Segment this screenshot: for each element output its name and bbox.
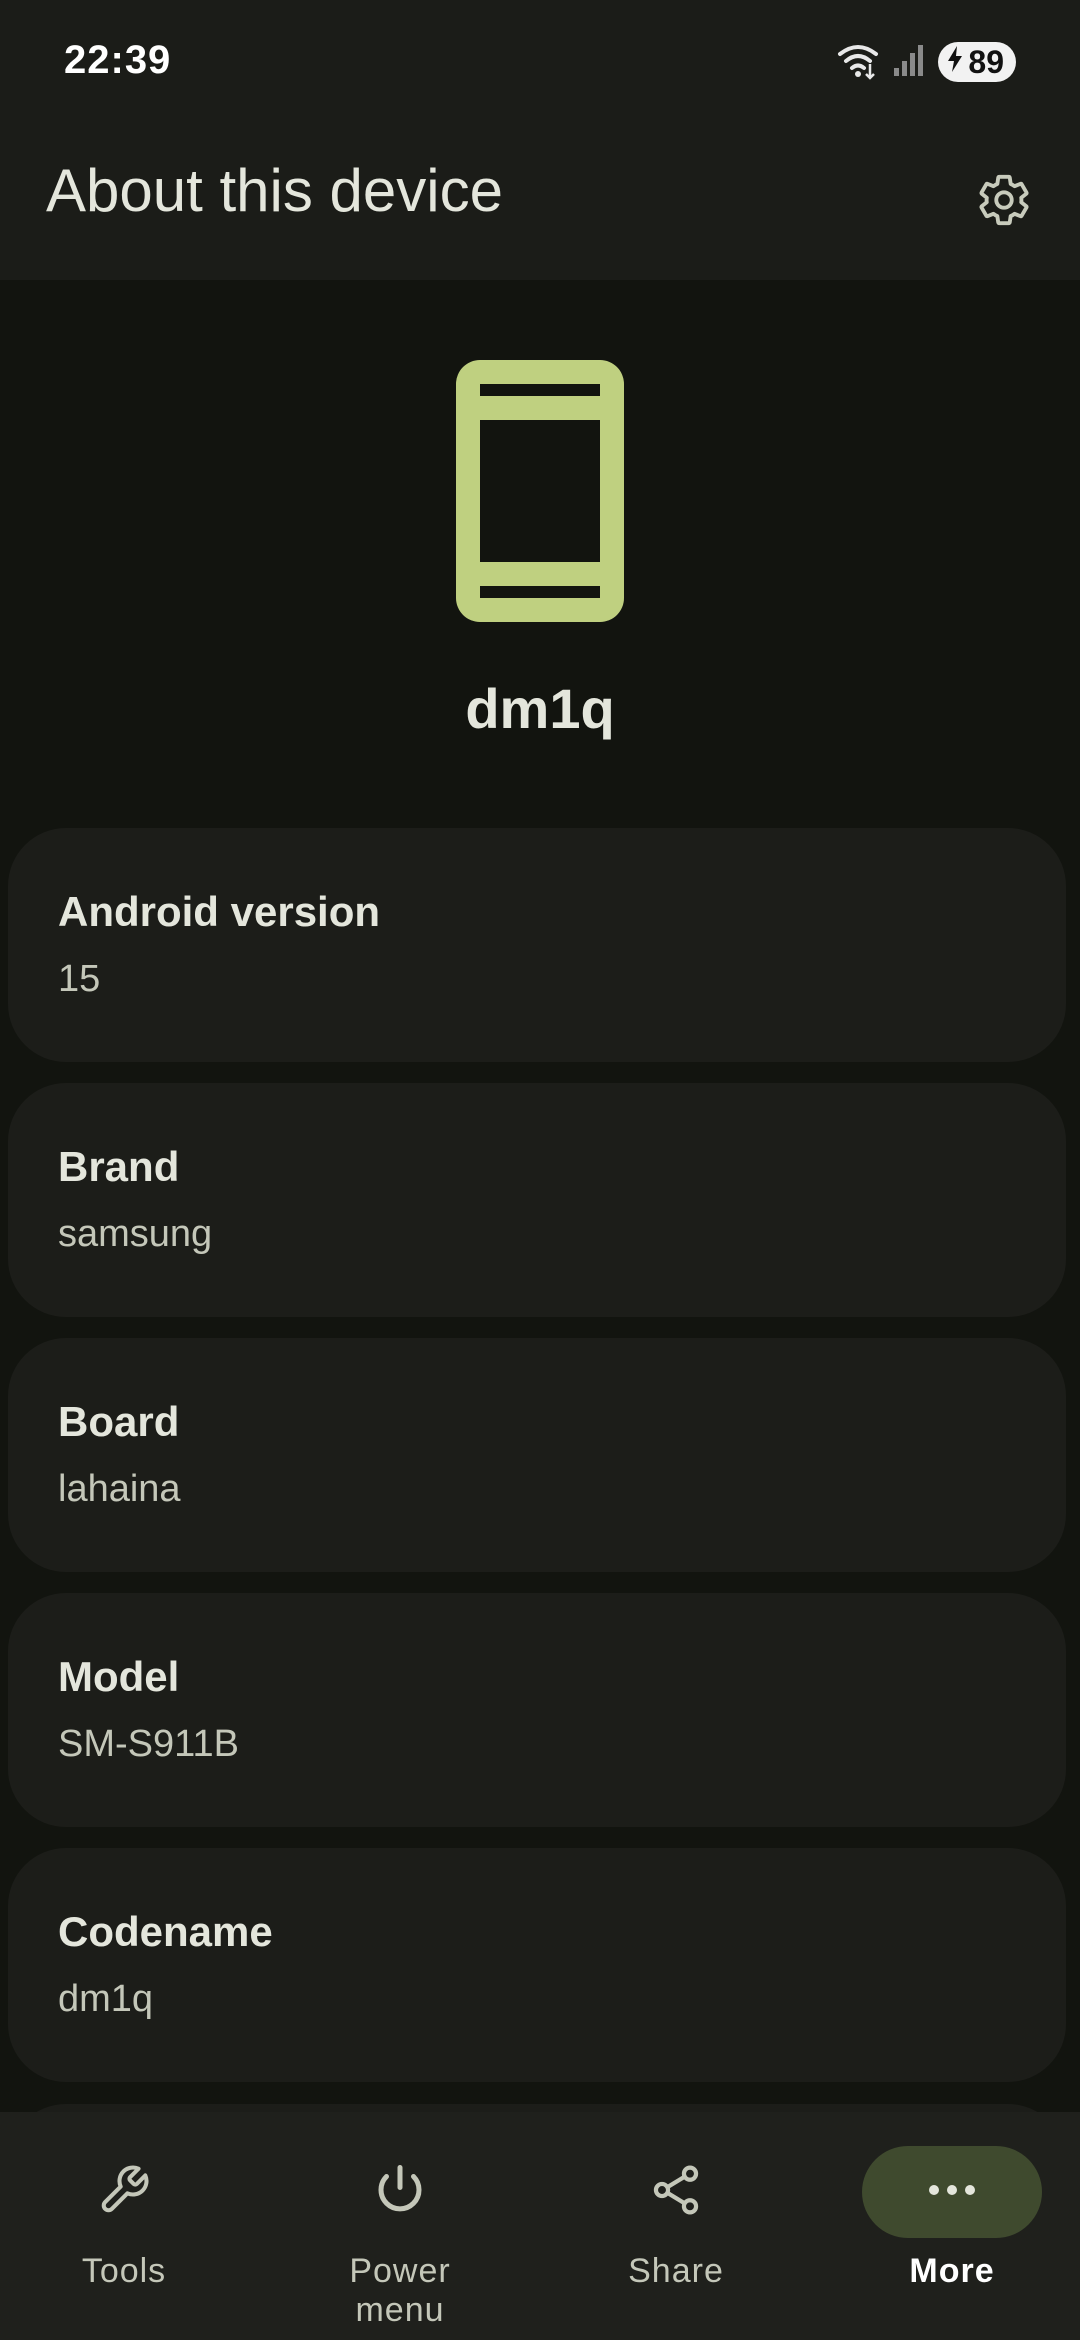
- card-title: Codename: [58, 1908, 273, 1955]
- card-title: Board: [58, 1398, 180, 1445]
- nav-item-share[interactable]: Share: [576, 2146, 776, 2296]
- card-value: dm1q: [58, 1978, 154, 2020]
- nav-item-tools[interactable]: Tools: [24, 2146, 224, 2296]
- share-icon: [648, 2162, 704, 2223]
- battery-indicator: 89: [938, 42, 1016, 82]
- wifi-icon: [836, 40, 880, 85]
- card-value: samsung: [58, 1213, 213, 1255]
- nav-item-more[interactable]: More: [852, 2146, 1052, 2296]
- nav-label: Share: [628, 2252, 724, 2290]
- page-title: About this device: [46, 157, 503, 224]
- info-card-model[interactable]: Model SM-S911B: [8, 1593, 1066, 1827]
- bottom-navigation: Tools Power menu Share More: [0, 2112, 1080, 2340]
- info-card-codename[interactable]: Codename dm1q: [8, 1848, 1066, 2082]
- device-name: dm1q: [465, 677, 615, 740]
- status-bar: 22:39 89: [0, 0, 1080, 124]
- nav-item-power-menu[interactable]: Power menu: [300, 2146, 500, 2329]
- nav-label: Power menu: [349, 2252, 451, 2329]
- app-bar: About this device: [0, 124, 1080, 280]
- nav-icon-container: [34, 2146, 214, 2238]
- nav-icon-container: [586, 2146, 766, 2238]
- card-title: Brand: [58, 1143, 180, 1190]
- power-icon: [370, 2160, 430, 2225]
- charging-bolt-icon: [946, 44, 964, 81]
- cellular-signal-icon: [892, 42, 926, 83]
- nav-icon-container: [310, 2146, 490, 2238]
- device-info-list: Android version 15 Brand samsung Board l…: [8, 828, 1066, 2103]
- info-card-android-version[interactable]: Android version 15: [8, 828, 1066, 1062]
- card-value: SM-S911B: [58, 1723, 239, 1765]
- nav-active-indicator: [862, 2146, 1042, 2238]
- nav-label: More: [909, 2252, 995, 2290]
- wrench-icon: [97, 2163, 151, 2222]
- status-time: 22:39: [64, 38, 172, 82]
- battery-level: 89: [968, 43, 1004, 80]
- card-title: Android version: [58, 888, 381, 935]
- settings-button[interactable]: [954, 152, 1054, 252]
- status-icons: 89: [836, 40, 1016, 84]
- screen: 22:39 89 About this device dm1q Android …: [0, 0, 1080, 2340]
- info-card-brand[interactable]: Brand samsung: [8, 1083, 1066, 1317]
- card-value: lahaina: [58, 1468, 181, 1510]
- card-value: 15: [58, 958, 101, 1000]
- card-title: Model: [58, 1653, 180, 1700]
- smartphone-icon: [456, 360, 624, 622]
- nav-label: Tools: [81, 2252, 167, 2290]
- gear-icon: [975, 171, 1033, 234]
- info-card-board[interactable]: Board lahaina: [8, 1338, 1066, 1572]
- more-horizontal-icon: [926, 2183, 978, 2202]
